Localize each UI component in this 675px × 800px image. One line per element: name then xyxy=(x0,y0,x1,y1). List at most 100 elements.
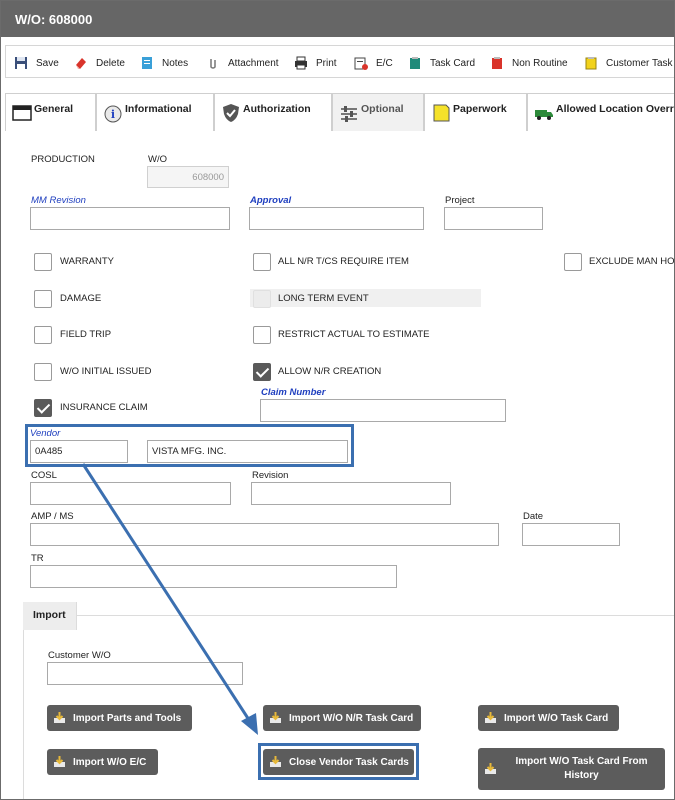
svg-text:i: i xyxy=(111,108,115,121)
paperwork-icon xyxy=(433,104,450,122)
import-section-title[interactable]: Import xyxy=(23,602,77,630)
save-button[interactable]: Save xyxy=(14,55,59,71)
customer-task-label: Customer Task C xyxy=(606,57,675,69)
import-icon xyxy=(270,712,281,723)
attachment-button[interactable]: Attachment xyxy=(206,55,279,71)
customer-task-button[interactable]: Customer Task C xyxy=(584,55,675,71)
sliders-icon xyxy=(341,106,357,122)
notes-label: Notes xyxy=(162,57,189,69)
vendor-highlight-box xyxy=(25,424,354,467)
tab-authorization-label: Authorization xyxy=(243,103,311,115)
cosl-label: COSL xyxy=(31,470,57,481)
close-vendor-highlight-box xyxy=(258,743,419,780)
window-title: W/O: 608000 xyxy=(1,1,674,37)
amp-ms-field[interactable] xyxy=(30,523,499,546)
task-card-label: Task Card xyxy=(430,57,476,69)
exclude-man-label: EXCLUDE MAN HOU xyxy=(589,256,675,267)
revision-field[interactable] xyxy=(251,482,451,505)
wo-initial-issued-checkbox[interactable] xyxy=(34,363,52,381)
production-label: PRODUCTION xyxy=(31,154,95,165)
claim-number-field[interactable] xyxy=(260,399,506,422)
tab-allowed-location-label: Allowed Location Overr xyxy=(556,103,674,115)
tab-allowed-location[interactable]: Allowed Location Overr xyxy=(527,93,674,131)
printer-icon xyxy=(295,56,307,70)
tr-field[interactable] xyxy=(30,565,397,588)
import-parts-tools-button[interactable]: Import Parts and Tools xyxy=(47,705,192,731)
tab-informational[interactable]: i Informational xyxy=(96,93,214,131)
damage-label: DAMAGE xyxy=(60,293,102,304)
window-icon xyxy=(12,105,32,121)
project-label: Project xyxy=(445,195,475,206)
long-term-event-checkbox xyxy=(253,290,271,308)
tab-paperwork-label: Paperwork xyxy=(453,103,507,115)
customer-wo-field[interactable] xyxy=(47,662,243,685)
window-frame: W/O: 608000 Save Delete Notes Attachment… xyxy=(0,0,675,800)
import-icon xyxy=(485,763,496,774)
allow-nr-creation-checkbox[interactable] xyxy=(253,363,271,381)
import-wo-ec-label: Import W/O E/C xyxy=(73,756,147,768)
tab-general[interactable]: General xyxy=(5,93,96,131)
date-field[interactable] xyxy=(522,523,620,546)
damage-checkbox[interactable] xyxy=(34,290,52,308)
import-wo-task-card-button[interactable]: Import W/O Task Card xyxy=(478,705,619,731)
notes-button[interactable]: Notes xyxy=(140,55,188,71)
restrict-label: RESTRICT ACTUAL TO ESTIMATE xyxy=(278,329,430,340)
toolbar: Save Delete Notes Attachment Print E/C T… xyxy=(5,45,675,78)
allow-nr-creation-label: ALLOW N/R CREATION xyxy=(278,366,382,377)
approval-label[interactable]: Approval xyxy=(250,195,291,206)
import-icon xyxy=(54,756,65,767)
ec-label: E/C xyxy=(376,57,393,69)
import-wo-ec-button[interactable]: Import W/O E/C xyxy=(47,749,158,775)
attachment-label: Attachment xyxy=(228,57,279,69)
ec-button[interactable]: E/C xyxy=(354,55,393,71)
import-icon xyxy=(485,712,496,723)
tab-informational-label: Informational xyxy=(125,103,192,115)
print-button[interactable]: Print xyxy=(294,55,337,71)
tab-authorization[interactable]: Authorization xyxy=(214,93,332,131)
save-label: Save xyxy=(36,57,59,69)
mm-revision-field[interactable] xyxy=(30,207,230,230)
import-wo-nr-task-card-button[interactable]: Import W/O N/R Task Card xyxy=(263,705,421,731)
tab-general-label: General xyxy=(34,103,74,115)
delete-button[interactable]: Delete xyxy=(74,55,125,71)
tab-optional-label: Optional xyxy=(361,103,404,115)
import-wo-task-card-history-label: Import W/O Task Card From History xyxy=(515,756,648,781)
all-nr-label: ALL N/R T/CS REQUIRE ITEM xyxy=(278,256,409,267)
non-routine-icon xyxy=(492,57,502,69)
restrict-checkbox[interactable] xyxy=(253,326,271,344)
tab-paperwork[interactable]: Paperwork xyxy=(424,93,527,131)
customer-task-icon xyxy=(585,57,597,70)
tr-label: TR xyxy=(31,553,44,564)
insurance-claim-checkbox[interactable] xyxy=(34,399,52,417)
floppy-disk-icon xyxy=(15,57,27,69)
long-term-event-label: LONG TERM EVENT xyxy=(278,293,369,304)
exclude-man-checkbox[interactable] xyxy=(564,253,582,271)
customer-wo-label: Customer W/O xyxy=(48,650,111,661)
approval-field[interactable] xyxy=(249,207,424,230)
task-card-button[interactable]: Task Card xyxy=(408,55,475,71)
all-nr-checkbox[interactable] xyxy=(253,253,271,271)
print-label: Print xyxy=(316,57,337,69)
revision-label: Revision xyxy=(252,470,289,481)
wo-label: W/O xyxy=(148,154,167,165)
tab-bar: General i Informational Authorization Op… xyxy=(5,93,674,131)
mm-revision-label[interactable]: MM Revision xyxy=(31,195,86,206)
warranty-checkbox[interactable] xyxy=(34,253,52,271)
field-trip-checkbox[interactable] xyxy=(34,326,52,344)
non-routine-button[interactable]: Non Routine xyxy=(490,55,568,71)
import-section-divider xyxy=(23,615,674,616)
project-field[interactable] xyxy=(444,207,543,230)
insurance-claim-label: INSURANCE CLAIM xyxy=(60,402,148,413)
engineering-change-icon xyxy=(354,57,368,70)
import-wo-task-card-history-button[interactable]: Import W/O Task Card From History xyxy=(478,748,665,790)
non-routine-label: Non Routine xyxy=(512,57,568,69)
truck-icon xyxy=(535,110,553,120)
tab-optional[interactable]: Optional xyxy=(332,93,424,131)
info-icon: i xyxy=(104,105,122,123)
claim-number-label[interactable]: Claim Number xyxy=(261,387,325,398)
import-wo-nr-task-card-label: Import W/O N/R Task Card xyxy=(289,712,414,724)
warranty-label: WARRANTY xyxy=(60,256,115,267)
cosl-field[interactable] xyxy=(30,482,231,505)
eraser-icon xyxy=(76,58,86,69)
import-section-border xyxy=(23,615,24,799)
